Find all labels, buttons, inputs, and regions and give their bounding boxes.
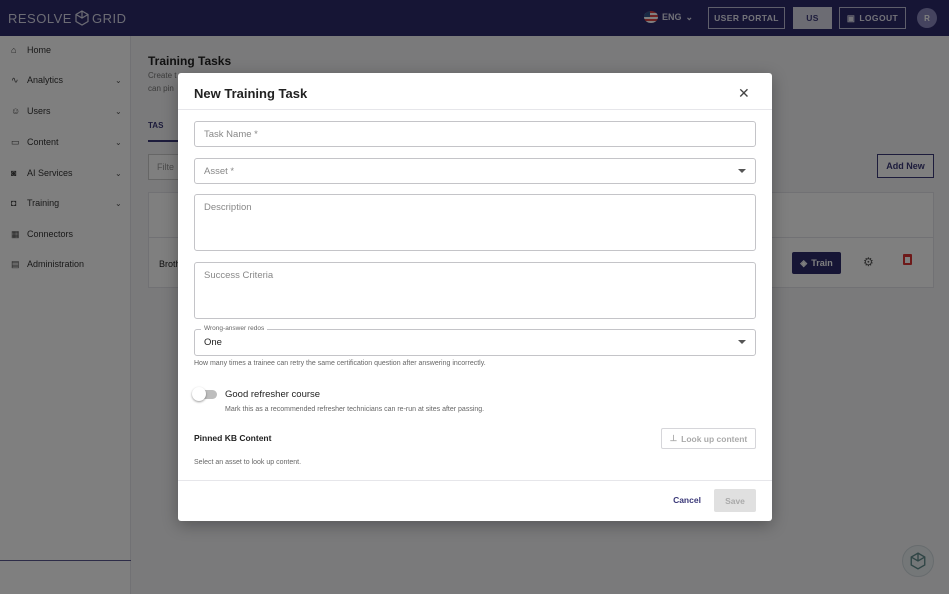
new-training-task-dialog: New Training Task ✕ Task Name * Asset * …	[178, 73, 772, 521]
success-criteria-field[interactable]: Success Criteria	[194, 262, 756, 319]
toggle-knob	[192, 387, 206, 401]
cancel-button[interactable]: Cancel	[667, 489, 707, 511]
redos-value: One	[204, 337, 222, 348]
save-button[interactable]: Save	[714, 489, 756, 512]
pinned-kb-title: Pinned KB Content	[194, 433, 272, 443]
pinned-helper-text: Select an asset to look up content.	[194, 459, 302, 466]
refresher-helper-text: Mark this as a recommended refresher tec…	[225, 406, 485, 413]
task-name-field[interactable]: Task Name *	[194, 121, 756, 147]
dropdown-arrow-icon	[738, 169, 746, 173]
look-up-content-button[interactable]: ⊥ Look up content	[661, 428, 756, 449]
description-label: Description	[204, 202, 252, 213]
wrong-answer-redos-select[interactable]: Wrong-answer redos One	[194, 325, 756, 356]
dialog-footer-divider	[178, 480, 772, 481]
refresher-toggle[interactable]	[192, 387, 217, 401]
dialog-header-divider	[178, 109, 772, 110]
close-icon[interactable]: ✕	[738, 85, 750, 102]
task-name-label: Task Name *	[204, 129, 258, 140]
dialog-title: New Training Task	[194, 86, 308, 101]
pin-icon: ⊥	[669, 433, 678, 443]
redos-helper-text: How many times a trainee can retry the s…	[194, 360, 486, 367]
dropdown-arrow-icon	[738, 340, 746, 344]
asset-select[interactable]: Asset *	[194, 158, 756, 184]
refresher-toggle-label: Good refresher course	[225, 389, 321, 400]
success-criteria-label: Success Criteria	[204, 270, 274, 281]
look-up-content-label: Look up content	[681, 433, 748, 444]
description-field[interactable]: Description	[194, 194, 756, 251]
redos-legend: Wrong-answer redos	[201, 325, 268, 332]
asset-label: Asset *	[204, 166, 235, 177]
